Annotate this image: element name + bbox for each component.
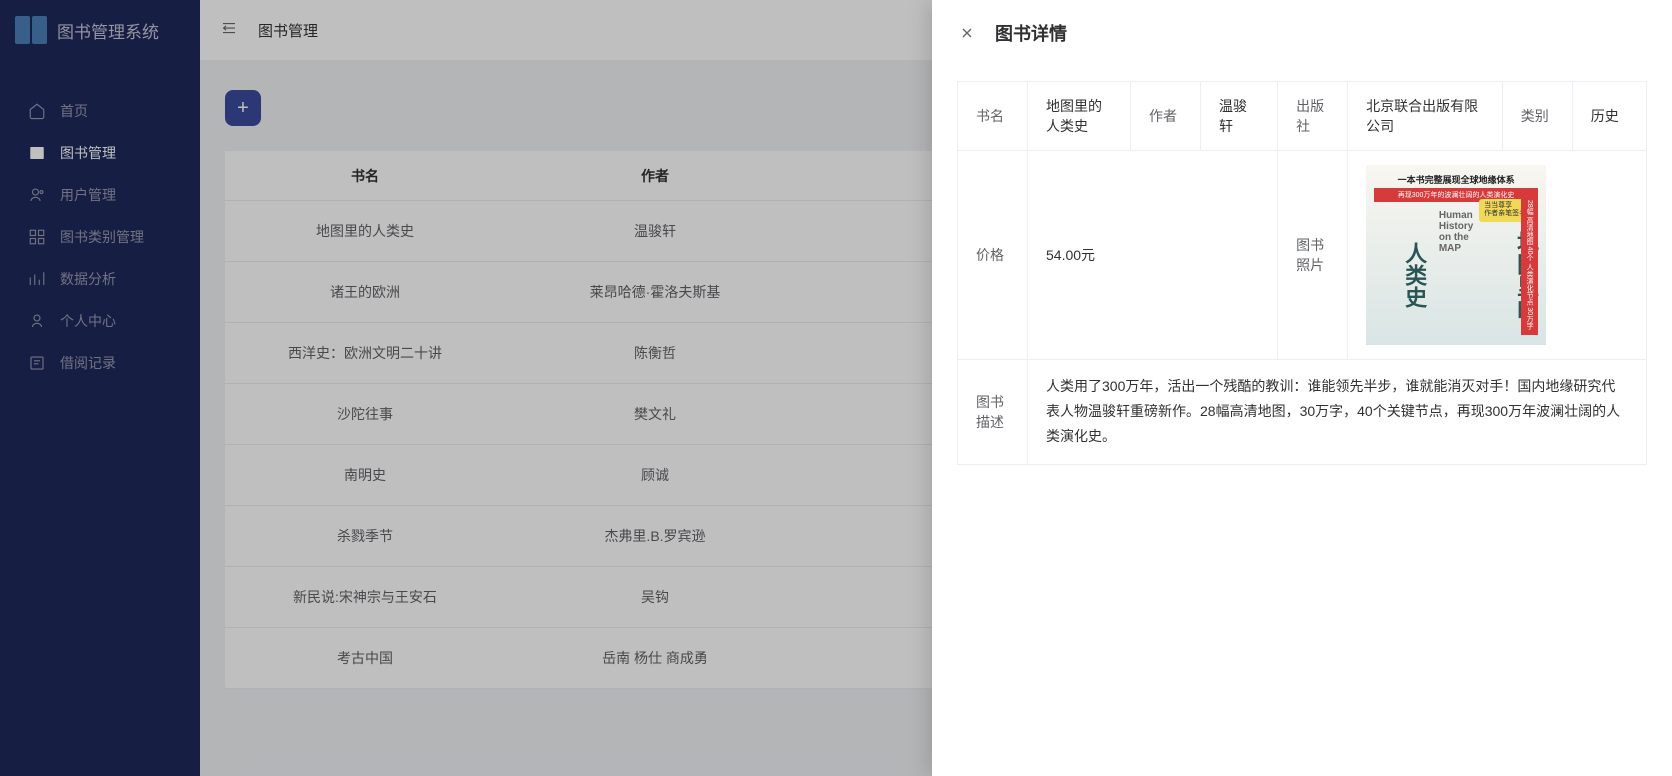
label-photo: 图书照片: [1278, 151, 1348, 360]
cover-side-label: 28幅 高清地图 40个 人类演化节点 30万字: [1521, 194, 1538, 335]
label-price: 价格: [958, 151, 1028, 360]
label-name: 书名: [958, 82, 1028, 151]
book-cover-image: 一本书完整展现全球地缘体系 再现300万年的波澜壮阔的人类演化史 当当尊享 作者…: [1366, 165, 1546, 345]
drawer-header: 图书详情: [957, 20, 1647, 46]
cover-title-left: 人类史: [1374, 210, 1426, 340]
value-publisher: 北京联合出版有限公司: [1348, 82, 1503, 151]
label-category: 类别: [1502, 82, 1572, 151]
value-author: 温骏轩: [1200, 82, 1277, 151]
cover-headline: 一本书完整展现全球地缘体系: [1374, 173, 1538, 186]
book-detail-drawer: 图书详情 书名 地图里的人类史 作者 温骏轩 出版社 北京联合出版有限公司 类别…: [932, 0, 1672, 776]
cover-title: 人类史 HumanHistoryon theMAP 地图里的: [1374, 210, 1538, 340]
value-description: 人类用了300万年，活出一个残酷的教训：谁能领先半步，谁就能消灭对手！国内地缘研…: [1028, 360, 1647, 465]
value-photo: 一本书完整展现全球地缘体系 再现300万年的波澜壮阔的人类演化史 当当尊享 作者…: [1348, 151, 1647, 360]
label-description: 图书描述: [958, 360, 1028, 465]
close-icon: [959, 25, 975, 41]
value-price: 54.00元: [1028, 151, 1278, 360]
close-button[interactable]: [957, 23, 977, 43]
value-name: 地图里的人类史: [1028, 82, 1131, 151]
detail-row: 图书描述 人类用了300万年，活出一个残酷的教训：谁能领先半步，谁就能消灭对手！…: [958, 360, 1647, 465]
detail-table: 书名 地图里的人类史 作者 温骏轩 出版社 北京联合出版有限公司 类别 历史 价…: [957, 81, 1647, 465]
detail-row: 价格 54.00元 图书照片 一本书完整展现全球地缘体系 再现300万年的波澜壮…: [958, 151, 1647, 360]
label-publisher: 出版社: [1278, 82, 1348, 151]
value-category: 历史: [1572, 82, 1646, 151]
drawer-title: 图书详情: [995, 20, 1067, 46]
label-author: 作者: [1130, 82, 1200, 151]
detail-row: 书名 地图里的人类史 作者 温骏轩 出版社 北京联合出版有限公司 类别 历史: [958, 82, 1647, 151]
